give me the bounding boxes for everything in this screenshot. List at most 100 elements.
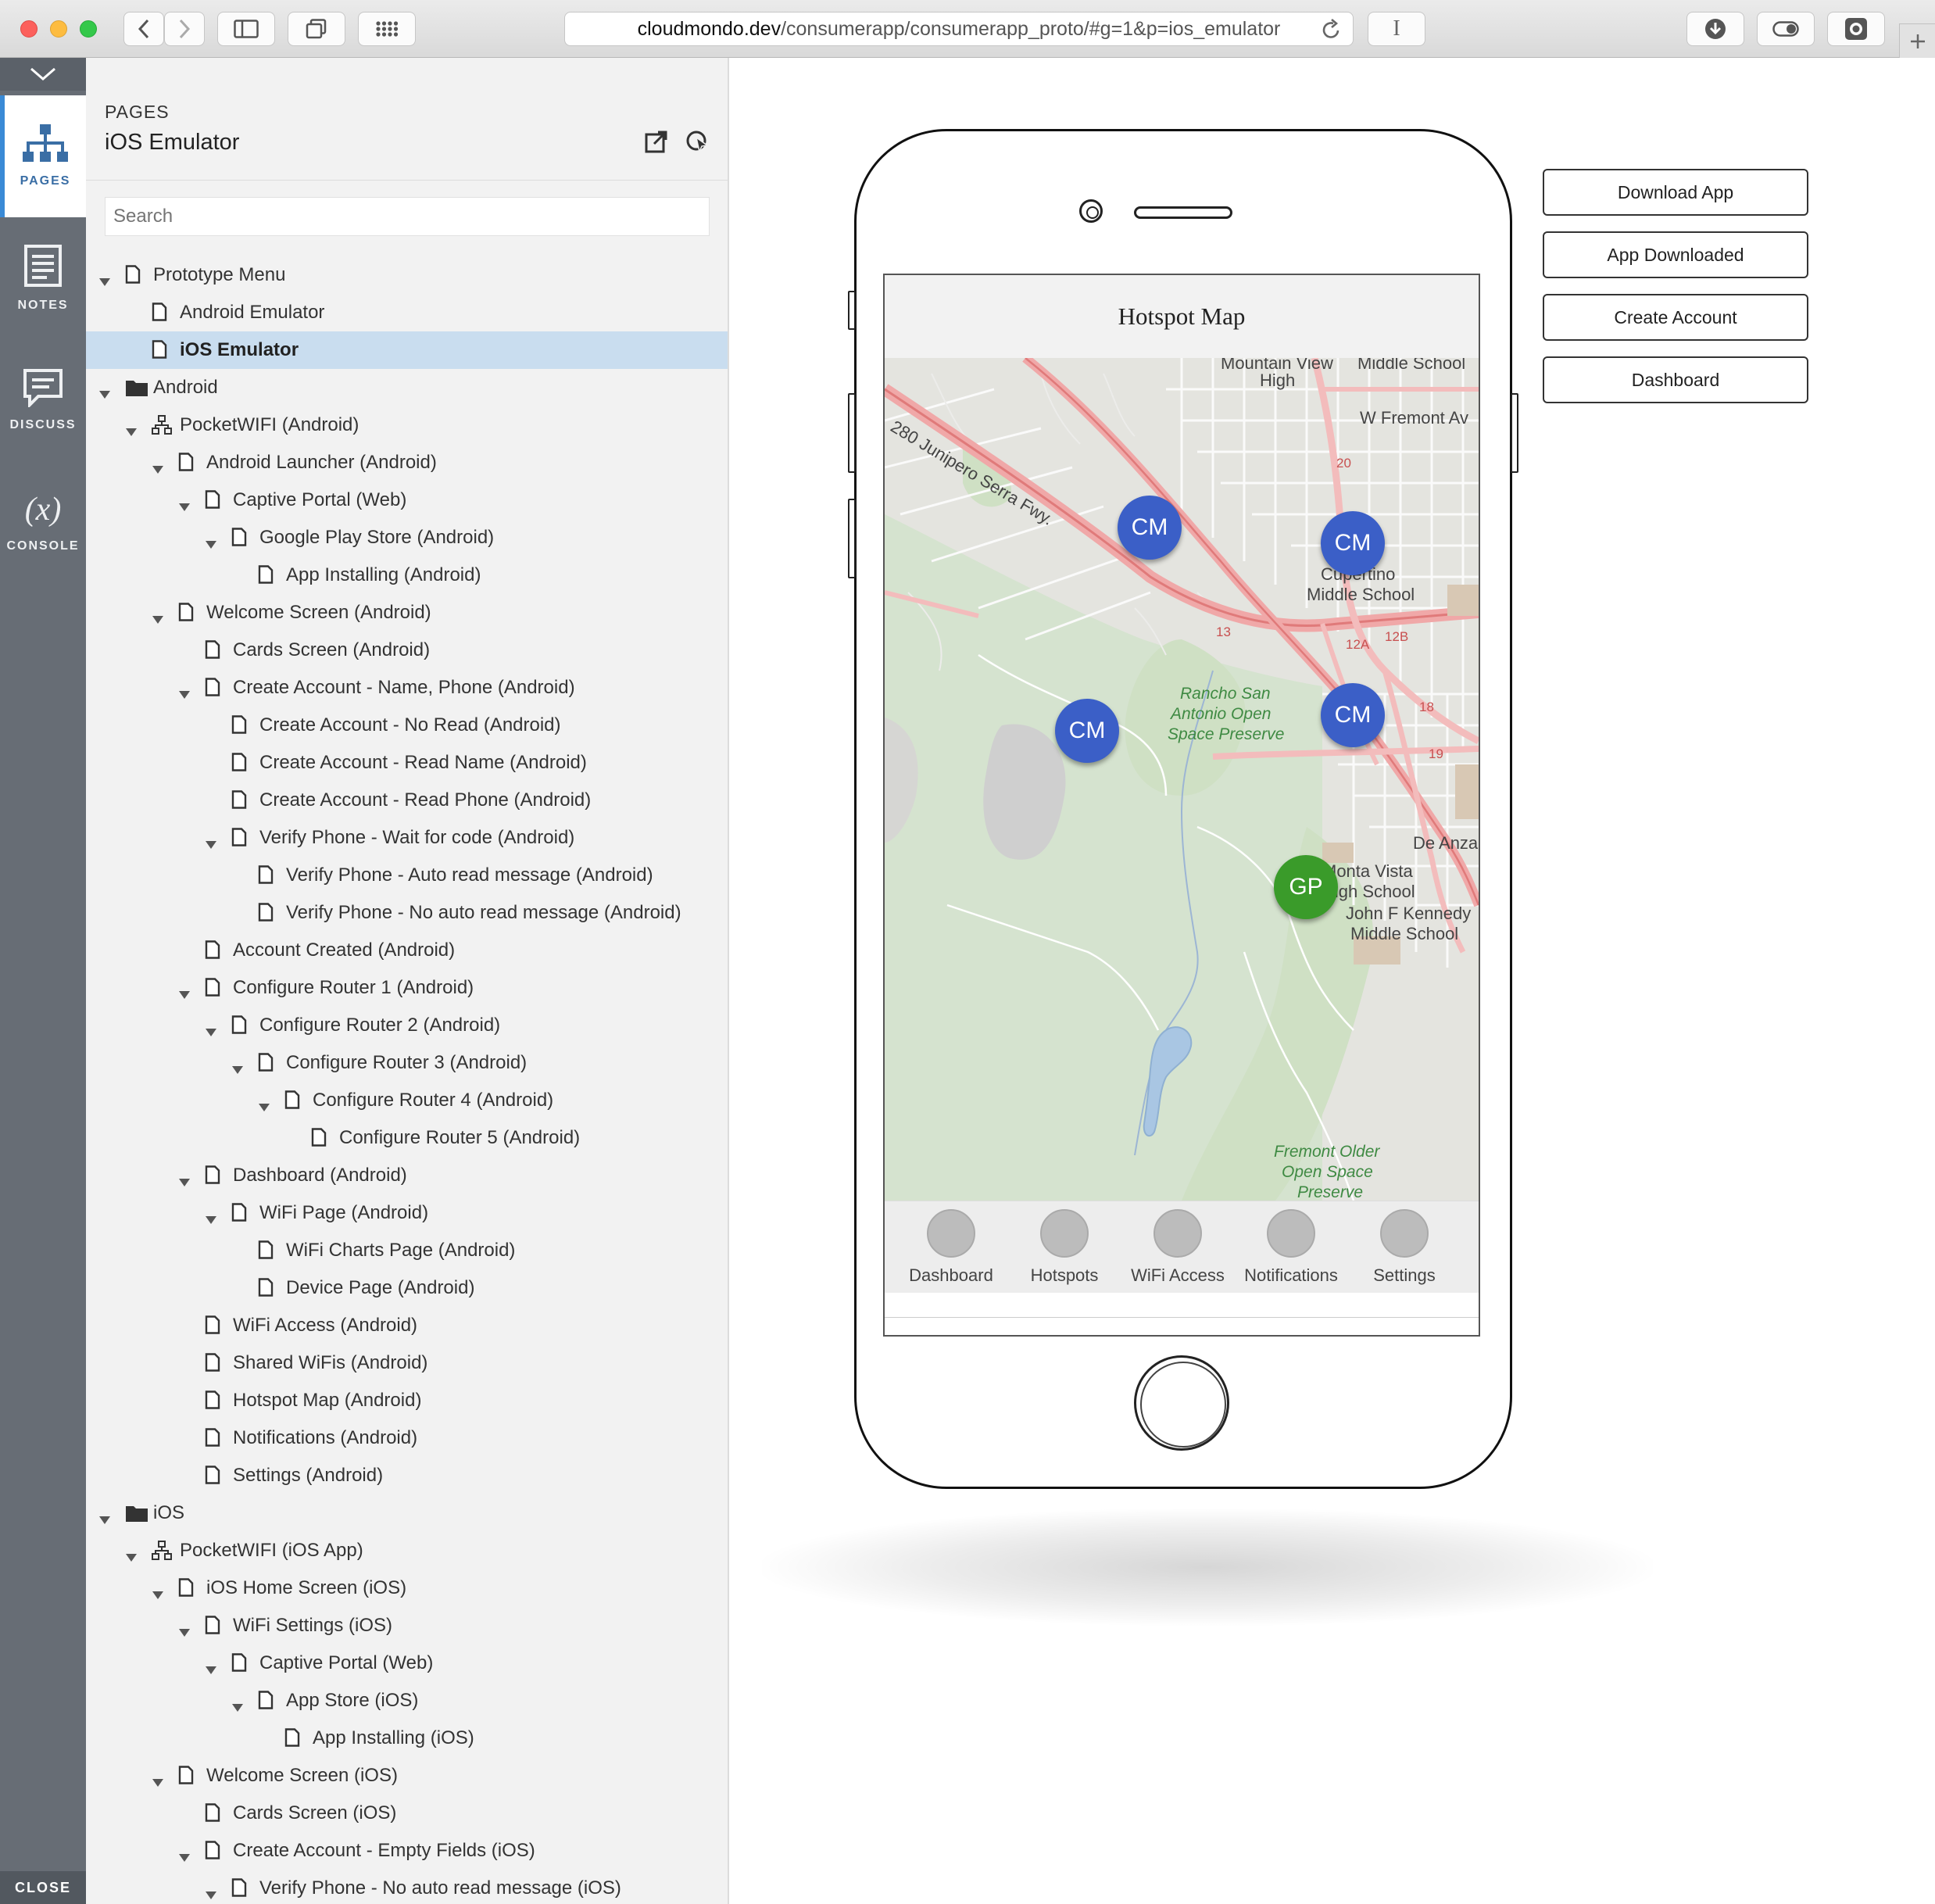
tree-expand-toggle-icon[interactable] — [178, 983, 191, 999]
tree-item[interactable]: App Installing (iOS) — [86, 1720, 728, 1757]
rail-discuss-tab[interactable]: DISCUSS — [0, 339, 86, 461]
hotspot-marker-gp[interactable]: GP — [1274, 855, 1338, 919]
forward-button[interactable] — [164, 12, 205, 46]
tree-expand-toggle-icon[interactable] — [125, 1546, 138, 1562]
tree-item[interactable]: Create Account - Name, Phone (Android) — [86, 669, 728, 707]
new-tab-button[interactable] — [1899, 23, 1935, 58]
tree-item[interactable]: WiFi Settings (iOS) — [86, 1607, 728, 1645]
tree-expand-toggle-icon[interactable] — [258, 1096, 270, 1111]
tree-item[interactable]: Verify Phone - No auto read message (iOS… — [86, 1870, 728, 1904]
tree-expand-toggle-icon[interactable] — [152, 608, 164, 624]
tree-item[interactable]: Android — [86, 369, 728, 406]
tree-item[interactable]: Cards Screen (Android) — [86, 632, 728, 669]
rail-console-tab[interactable]: (x) CONSOLE — [0, 461, 86, 583]
tree-expand-toggle-icon[interactable] — [125, 421, 138, 436]
hotspot-marker-cm[interactable]: CM — [1055, 699, 1119, 763]
tab-wifi-access[interactable]: WiFi Access — [1119, 1201, 1236, 1294]
tab-hotspots[interactable]: Hotspots — [1006, 1201, 1123, 1294]
hotspot-marker-cm[interactable]: CM — [1321, 683, 1385, 747]
tree-item[interactable]: Configure Router 1 (Android) — [86, 969, 728, 1007]
home-button[interactable] — [1134, 1355, 1229, 1451]
back-button[interactable] — [123, 12, 164, 46]
tree-expand-toggle-icon[interactable] — [98, 270, 111, 286]
tree-item[interactable]: iOS Emulator — [86, 331, 728, 369]
app-downloaded-button[interactable]: App Downloaded — [1543, 231, 1808, 278]
reload-icon[interactable] — [1322, 19, 1342, 41]
tree-expand-toggle-icon[interactable] — [98, 383, 111, 399]
zoom-window-button[interactable] — [80, 20, 97, 38]
toggle-extension-button[interactable] — [1757, 12, 1815, 46]
tab-notifications[interactable]: Notifications — [1232, 1201, 1350, 1294]
tree-item[interactable]: WiFi Access (Android) — [86, 1307, 728, 1344]
tree-expand-toggle-icon[interactable] — [152, 1771, 164, 1787]
tree-expand-toggle-icon[interactable] — [178, 496, 191, 511]
tree-item[interactable]: Welcome Screen (iOS) — [86, 1757, 728, 1795]
tree-item[interactable]: Verify Phone - No auto read message (And… — [86, 894, 728, 932]
tree-item[interactable]: WiFi Page (Android) — [86, 1194, 728, 1232]
tree-expand-toggle-icon[interactable] — [205, 1884, 217, 1899]
download-app-button[interactable]: Download App — [1543, 169, 1808, 216]
tree-expand-toggle-icon[interactable] — [205, 833, 217, 849]
create-account-button[interactable]: Create Account — [1543, 294, 1808, 341]
tree-item[interactable]: Configure Router 2 (Android) — [86, 1007, 728, 1044]
collapse-rail-button[interactable] — [0, 58, 86, 91]
tab-dashboard[interactable]: Dashboard — [892, 1201, 1010, 1294]
tree-item[interactable]: iOS Home Screen (iOS) — [86, 1569, 728, 1607]
tree-item[interactable]: Captive Portal (Web) — [86, 481, 728, 519]
address-bar[interactable]: cloudmondo.dev/consumerapp/consumerapp_p… — [564, 12, 1354, 46]
open-in-new-window-icon[interactable] — [645, 130, 668, 153]
screenshot-extension-button[interactable] — [1827, 12, 1885, 46]
tree-item[interactable]: iOS — [86, 1494, 728, 1532]
tree-item[interactable]: Android Emulator — [86, 294, 728, 331]
tree-item[interactable]: App Store (iOS) — [86, 1682, 728, 1720]
tree-expand-toggle-icon[interactable] — [205, 1021, 217, 1036]
tree-item[interactable]: Captive Portal (Web) — [86, 1645, 728, 1682]
tree-item[interactable]: Settings (Android) — [86, 1457, 728, 1494]
tree-expand-toggle-icon[interactable] — [178, 1621, 191, 1637]
tree-expand-toggle-icon[interactable] — [152, 1584, 164, 1599]
hotspot-marker-cm[interactable]: CM — [1118, 496, 1182, 560]
tree-item[interactable]: Create Account - Read Phone (Android) — [86, 782, 728, 819]
tree-item[interactable]: Verify Phone - Wait for code (Android) — [86, 819, 728, 857]
tree-expand-toggle-icon[interactable] — [205, 533, 217, 549]
hotspot-map[interactable]: 20 13 12A 12B 18 19 Mountain View High M… — [885, 358, 1479, 1201]
tree-item[interactable]: PocketWIFI (Android) — [86, 406, 728, 444]
tree-item[interactable]: Android Launcher (Android) — [86, 444, 728, 481]
tree-expand-toggle-icon[interactable] — [178, 1846, 191, 1862]
apps-grid-button[interactable] — [358, 12, 416, 46]
tree-expand-toggle-icon[interactable] — [152, 458, 164, 474]
tree-item[interactable]: Welcome Screen (Android) — [86, 594, 728, 632]
tree-item[interactable]: Shared WiFis (Android) — [86, 1344, 728, 1382]
tree-item[interactable]: PocketWIFI (iOS App) — [86, 1532, 728, 1569]
close-window-button[interactable] — [20, 20, 38, 38]
tree-expand-toggle-icon[interactable] — [178, 683, 191, 699]
tree-expand-toggle-icon[interactable] — [98, 1509, 111, 1524]
tree-item[interactable]: Google Play Store (Android) — [86, 519, 728, 557]
tree-item[interactable]: Device Page (Android) — [86, 1269, 728, 1307]
tree-item[interactable]: Notifications (Android) — [86, 1419, 728, 1457]
dashboard-button[interactable]: Dashboard — [1543, 356, 1808, 403]
tree-item[interactable]: Account Created (Android) — [86, 932, 728, 969]
tree-item[interactable]: Create Account - No Read (Android) — [86, 707, 728, 744]
tree-item[interactable]: Hotspot Map (Android) — [86, 1382, 728, 1419]
tree-expand-toggle-icon[interactable] — [205, 1208, 217, 1224]
tree-item[interactable]: Create Account - Empty Fields (iOS) — [86, 1832, 728, 1870]
sidebar-toggle-button[interactable] — [217, 12, 275, 46]
tree-item[interactable]: Dashboard (Android) — [86, 1157, 728, 1194]
tree-item[interactable]: Cards Screen (iOS) — [86, 1795, 728, 1832]
rail-notes-tab[interactable]: NOTES — [0, 217, 86, 339]
downloads-button[interactable] — [1686, 12, 1744, 46]
tree-expand-toggle-icon[interactable] — [178, 1171, 191, 1186]
hotspot-marker-cm[interactable]: CM — [1321, 511, 1385, 575]
close-panel-button[interactable]: CLOSE — [0, 1871, 86, 1904]
tree-expand-toggle-icon[interactable] — [205, 1659, 217, 1674]
tree-item[interactable]: Configure Router 5 (Android) — [86, 1119, 728, 1157]
tree-expand-toggle-icon[interactable] — [231, 1058, 244, 1074]
tree-item[interactable]: Create Account - Read Name (Android) — [86, 744, 728, 782]
page-search-input[interactable] — [105, 197, 710, 236]
tree-item[interactable]: WiFi Charts Page (Android) — [86, 1232, 728, 1269]
tree-item[interactable]: Prototype Menu — [86, 256, 728, 294]
tree-item[interactable]: Configure Router 3 (Android) — [86, 1044, 728, 1082]
reader-button[interactable]: I — [1368, 12, 1425, 46]
tree-item[interactable]: App Installing (Android) — [86, 557, 728, 594]
